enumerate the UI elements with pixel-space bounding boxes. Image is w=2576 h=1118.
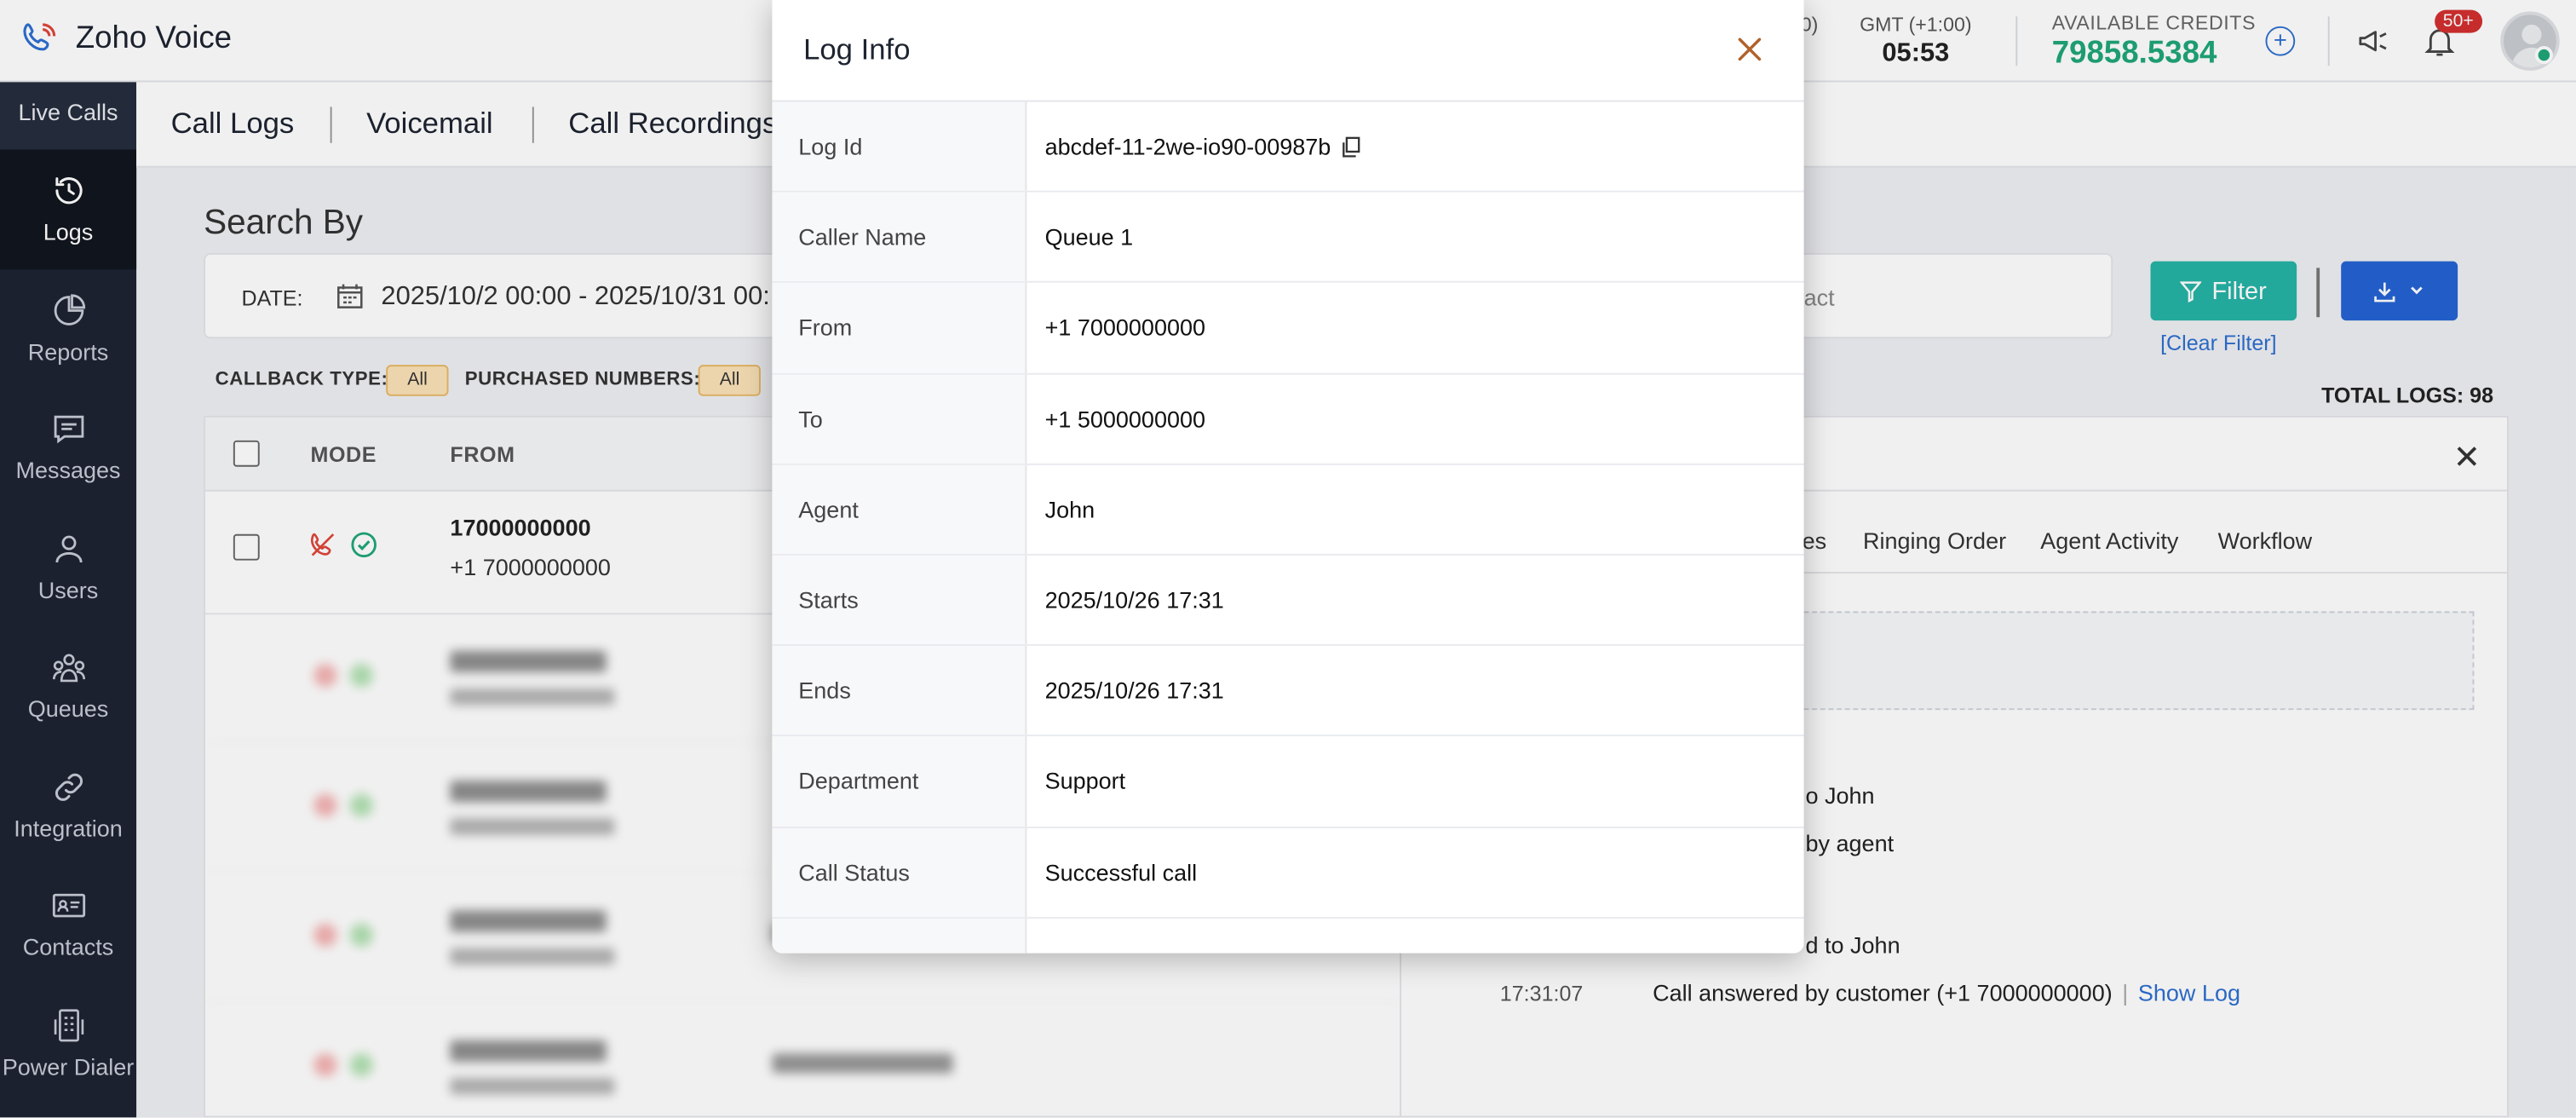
close-icon[interactable] [1735,34,1765,64]
info-key: Department [772,736,1027,827]
info-value: Support [1044,768,1126,795]
info-key: From [772,283,1027,372]
info-row-from: From +1 7000000000 [772,283,1804,374]
info-key [772,918,1027,954]
info-value: John [1044,496,1095,522]
info-key: Starts [772,555,1027,645]
info-value: Queue 1 [1044,223,1134,251]
modal-header: Log Info [772,0,1804,102]
info-value: +1 5000000000 [1044,405,1206,432]
info-value: 2025/10/26 17:31 [1044,677,1224,704]
info-key: Call Status [772,827,1027,917]
info-row-agent: Agent John [772,464,1804,556]
info-row-partial [772,918,1803,954]
modal-title: Log Info [803,32,911,66]
log-info-modal: Log Info Log Id abcdef-11-2we-io90-00987… [772,0,1804,954]
info-value: 2025/10/26 17:31 [1044,586,1224,614]
info-row-log-id: Log Id abcdef-11-2we-io90-00987b [772,101,1804,193]
info-row-starts: Starts 2025/10/26 17:31 [772,555,1804,647]
log-id-value: abcdef-11-2we-io90-00987b [1044,133,1331,160]
info-row-caller-name: Caller Name Queue 1 [772,193,1804,284]
info-key: Ends [772,646,1027,735]
info-row-to: To +1 5000000000 [772,373,1804,465]
info-value: abcdef-11-2we-io90-00987b [1045,102,1362,192]
info-value: Successful call [1044,858,1198,885]
info-key: Caller Name [772,193,1027,282]
info-value: +1 7000000000 [1044,314,1206,342]
info-key: To [772,373,1027,464]
copy-icon[interactable] [1341,135,1362,157]
info-row-ends: Ends 2025/10/26 17:31 [772,646,1804,737]
info-key: Log Id [772,101,1027,192]
info-row-department: Department Support [772,736,1804,828]
info-key: Agent [772,464,1027,554]
info-row-call-status: Call Status Successful call [772,827,1804,919]
